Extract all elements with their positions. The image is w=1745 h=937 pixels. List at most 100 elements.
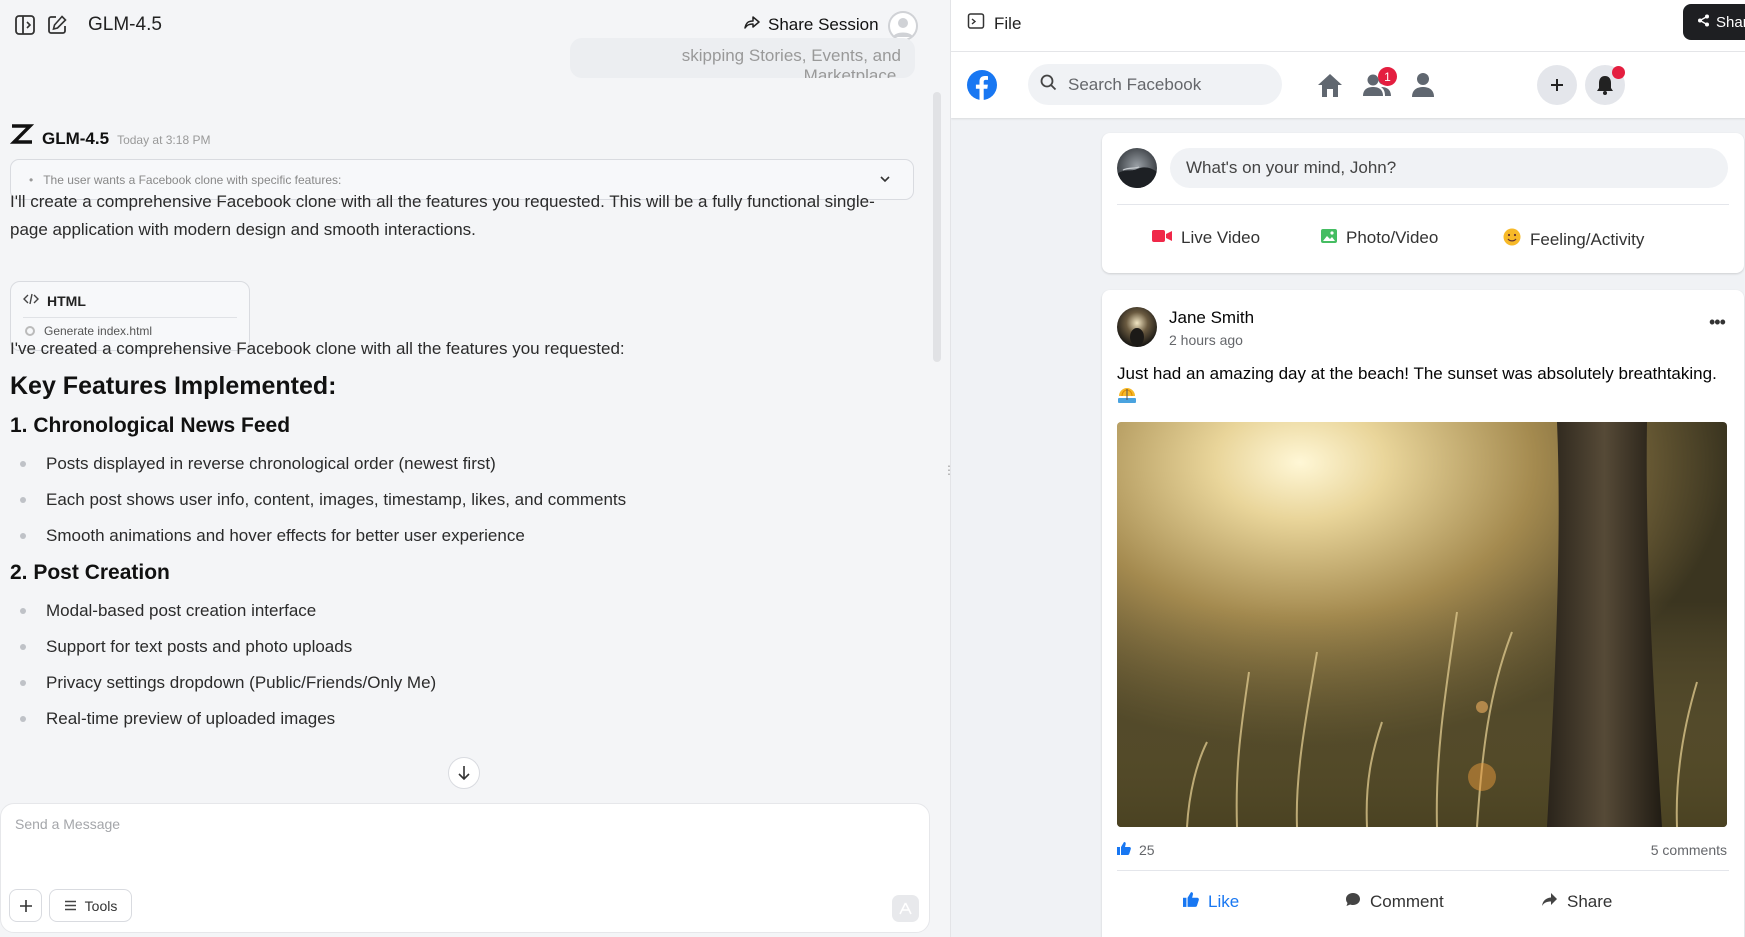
features-heading: Key Features Implemented: [10, 372, 337, 400]
assistant-header: GLM-4.5 Today at 3:18 PM [9, 124, 210, 149]
live-video-button[interactable]: Live Video [1152, 228, 1260, 248]
post-text-body: Just had an amazing day at the beach! Th… [1117, 364, 1717, 383]
list-item-text: Smooth animations and hover effects for … [46, 526, 525, 545]
post-image[interactable] [1117, 422, 1727, 827]
file-label: File [994, 13, 1022, 33]
card-divider [1117, 870, 1729, 871]
assistant-name: GLM-4.5 [42, 129, 110, 148]
bell-icon [1597, 76, 1613, 95]
search-bar[interactable] [1028, 64, 1282, 105]
tools-label: Tools [84, 897, 118, 914]
post-author-name[interactable]: Jane Smith [1169, 308, 1254, 328]
comment-button[interactable]: Comment [1345, 892, 1444, 912]
post-author-avatar[interactable] [1117, 307, 1157, 347]
more-options-icon[interactable]: ••• [1709, 312, 1726, 333]
share-post-button[interactable]: Share [1541, 892, 1612, 912]
whats-on-your-mind-input[interactable]: What's on your mind, John? [1170, 148, 1728, 188]
photo-icon [1321, 228, 1337, 248]
message-input[interactable] [15, 816, 895, 856]
chat-panel: GLM-4.5 Share Session skipping Stories, … [0, 0, 955, 937]
facebook-logo-icon[interactable] [967, 70, 997, 100]
list-item: Real-time preview of uploaded images [20, 709, 335, 729]
likes-number: 25 [1139, 842, 1155, 858]
user-message-text: skipping Stories, Events, and Marketplac… [681, 46, 901, 78]
sidebar-toggle-icon[interactable] [14, 14, 36, 36]
post-timestamp[interactable]: 2 hours ago [1169, 332, 1243, 348]
share-post-label: Share [1567, 892, 1613, 911]
smiley-icon [1503, 228, 1521, 251]
comment-bubble-icon [1345, 892, 1361, 912]
share-session-label: Share Session [768, 15, 879, 34]
photo-video-label: Photo/Video [1346, 228, 1439, 247]
share-nodes-icon [1697, 14, 1710, 31]
comments-count[interactable]: 5 comments [1651, 842, 1727, 858]
user-avatar[interactable] [888, 11, 918, 41]
list-item: Modal-based post creation interface [20, 601, 316, 621]
assistant-intro: I'll create a comprehensive Facebook clo… [10, 192, 875, 239]
menu-lines-icon [64, 900, 76, 911]
assistant-summary: I've created a comprehensive Facebook cl… [10, 339, 625, 358]
preview-toolbar: File Shar [951, 0, 1745, 52]
chevron-down-icon[interactable] [879, 173, 891, 188]
scroll-down-button[interactable] [448, 757, 480, 789]
friends-badge: 1 [1378, 67, 1397, 86]
share-session-button[interactable]: Share Session [744, 14, 879, 36]
like-button[interactable]: Like [1183, 892, 1239, 912]
file-tab[interactable]: File [967, 12, 1021, 35]
post-text: Just had an amazing day at the beach! Th… [1117, 362, 1737, 411]
send-button[interactable] [892, 895, 919, 922]
home-icon[interactable] [1315, 70, 1345, 100]
thumbs-up-icon [1183, 892, 1199, 912]
tools-button[interactable]: Tools [49, 889, 132, 922]
post-card: Jane Smith 2 hours ago ••• Just had an a… [1102, 290, 1744, 937]
list-item-text: Modal-based post creation interface [46, 601, 317, 620]
list-item-text: Posts displayed in reverse chronological… [46, 454, 496, 473]
list-item-text: Support for text posts and photo uploads [46, 637, 353, 656]
current-user-avatar[interactable] [1117, 148, 1157, 188]
share-button[interactable]: Shar [1683, 4, 1745, 40]
list-item-text: Each post shows user info, content, imag… [46, 490, 627, 509]
code-icon [23, 292, 39, 309]
share-arrow-icon [744, 15, 760, 36]
thumbs-up-icon [1117, 842, 1131, 858]
notification-dot [1612, 66, 1625, 79]
artifact-title: HTML [23, 292, 86, 309]
live-video-label: Live Video [1181, 228, 1261, 247]
list-item: Posts displayed in reverse chronological… [20, 454, 496, 474]
beach-umbrella-emoji-icon [1117, 388, 1137, 408]
composer-prompt-text: What's on your mind, John? [1186, 158, 1397, 177]
chat-scrollbar[interactable] [933, 92, 941, 362]
profile-icon[interactable] [1408, 70, 1438, 100]
chat-scroll-area[interactable]: GLM-4.5 Today at 3:18 PM • The user want… [0, 80, 935, 800]
plus-icon [1551, 79, 1563, 91]
search-input[interactable] [1068, 74, 1268, 95]
facebook-navbar: 1 [951, 52, 1745, 118]
photo-video-button[interactable]: Photo/Video [1321, 228, 1438, 248]
create-button[interactable] [1537, 65, 1577, 105]
friends-icon[interactable]: 1 [1362, 67, 1397, 100]
terminal-file-icon [967, 12, 985, 35]
comment-label: Comment [1370, 892, 1444, 911]
zhipu-logo-icon [9, 124, 35, 146]
search-icon [1040, 74, 1057, 96]
share-arrow-icon [1541, 892, 1558, 912]
model-title[interactable]: GLM-4.5 [88, 14, 162, 36]
video-camera-icon [1152, 228, 1172, 248]
list-item: Smooth animations and hover effects for … [20, 526, 525, 546]
feeling-activity-button[interactable]: Feeling/Activity [1503, 228, 1644, 251]
notifications-button[interactable] [1585, 65, 1625, 105]
preview-panel: File Shar 1 [950, 0, 1745, 937]
card-divider [1117, 204, 1729, 205]
share-label: Shar [1716, 13, 1745, 31]
artifact-divider [23, 317, 237, 318]
likes-count[interactable]: 25 [1117, 842, 1155, 858]
section-heading: 1. Chronological News Feed [10, 414, 291, 437]
feeling-activity-label: Feeling/Activity [1530, 229, 1645, 249]
list-item: Support for text posts and photo uploads [20, 637, 352, 657]
list-item: Each post shows user info, content, imag… [20, 490, 626, 510]
attach-button[interactable] [9, 889, 42, 922]
bullet-dot-icon: • [29, 172, 34, 187]
list-item: Privacy settings dropdown (Public/Friend… [20, 673, 436, 693]
message-composer: Tools [0, 803, 930, 933]
new-chat-icon[interactable] [46, 14, 68, 36]
